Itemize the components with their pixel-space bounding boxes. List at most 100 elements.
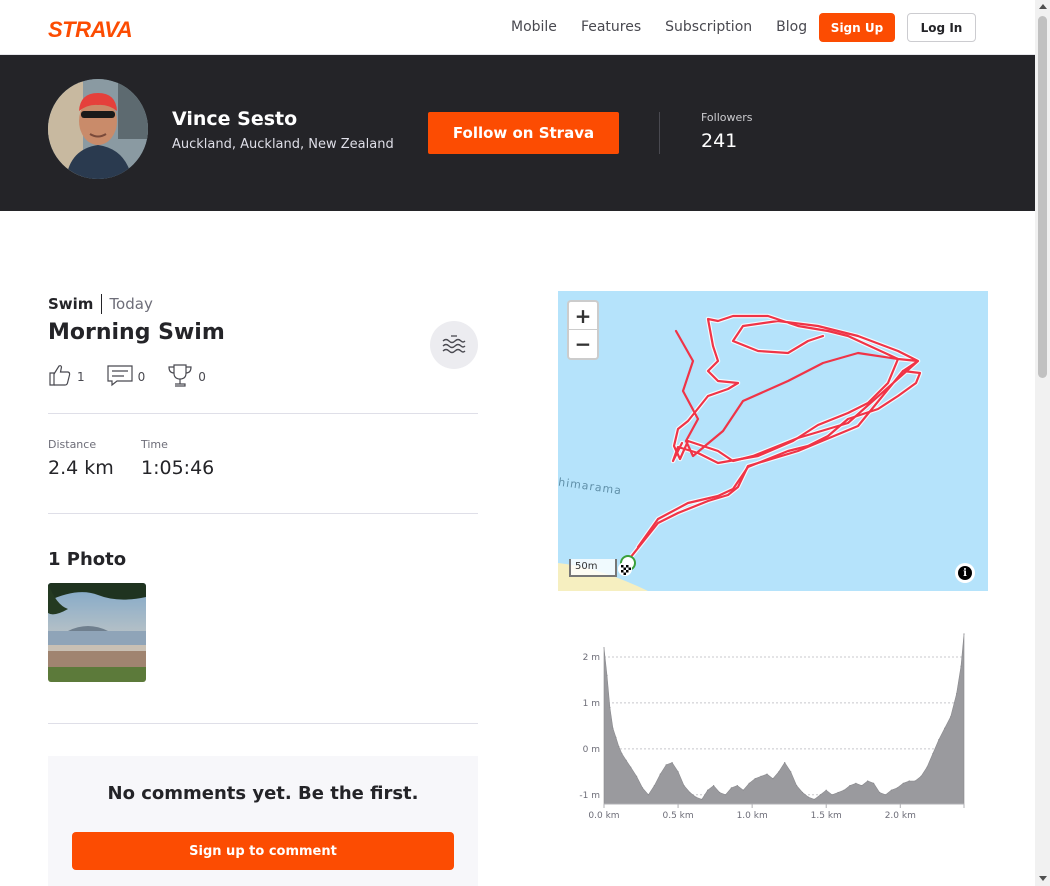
elevation-point <box>778 771 780 773</box>
elevation-point <box>659 773 661 775</box>
elevation-point <box>730 787 732 789</box>
sign-up-button[interactable]: Sign Up <box>819 13 895 42</box>
stat-label: Time <box>141 438 168 451</box>
scroll-up-arrow-icon[interactable] <box>1039 4 1047 9</box>
nav-link-subscription[interactable]: Subscription <box>665 19 752 35</box>
x-tick-label: 0.5 km <box>662 811 693 821</box>
x-tick-label: 2.0 km <box>885 811 916 821</box>
nav-link-mobile[interactable]: Mobile <box>511 19 557 35</box>
stat-value: 2.4 km <box>48 457 114 479</box>
trophy-icon <box>167 362 193 392</box>
elevation-point <box>625 759 627 761</box>
log-in-button[interactable]: Log In <box>907 13 976 42</box>
elevation-point <box>843 789 845 791</box>
elevation-point <box>956 693 958 695</box>
elevation-point <box>938 739 940 741</box>
elevation-point <box>873 782 875 784</box>
athlete-header: Vince Sesto Auckland, Auckland, New Zeal… <box>0 55 1035 211</box>
photo-thumbnail[interactable] <box>48 583 146 682</box>
social-stats: 1 0 0 <box>48 362 228 392</box>
elevation-point <box>950 716 952 718</box>
elevation-point <box>683 785 685 787</box>
elevation-point <box>719 791 721 794</box>
y-tick-label: -1 m <box>579 791 600 801</box>
elevation-point <box>647 794 649 796</box>
elevation-point <box>760 775 762 777</box>
nav-link-features[interactable]: Features <box>581 19 641 35</box>
elevation-point <box>641 787 644 789</box>
elevation-point <box>932 752 934 755</box>
stat-value: 1:05:46 <box>141 457 215 479</box>
elevation-point <box>819 794 821 796</box>
elevation-point <box>807 796 809 798</box>
divider <box>48 723 478 724</box>
elevation-point <box>677 771 679 773</box>
kudos-button[interactable]: 1 <box>48 363 85 391</box>
y-tick-label: 1 m <box>583 699 600 709</box>
followers-count: 241 <box>701 130 738 152</box>
photos-title: 1 Photo <box>48 549 127 570</box>
elevation-point <box>825 789 827 791</box>
elevation-point <box>653 785 655 787</box>
elevation-point <box>748 782 750 784</box>
comments-section: No comments yet. Be the first. Sign up t… <box>48 756 478 886</box>
elevation-point <box>790 771 792 773</box>
activity-title: Morning Swim <box>48 320 225 345</box>
elevation-point <box>837 791 839 794</box>
athlete-location: Auckland, Auckland, New Zealand <box>172 137 394 152</box>
top-nav: STRAVA Mobile Features Subscription Blog… <box>0 0 1035 55</box>
elevation-point <box>618 746 620 748</box>
zoom-in-button[interactable]: + <box>569 302 597 330</box>
zoom-out-button[interactable]: − <box>569 330 597 358</box>
stat-time: Time 1:05:46 <box>141 438 214 479</box>
divider <box>48 413 478 414</box>
scrollbar-thumb[interactable] <box>1038 16 1047 378</box>
x-tick-label: 1.0 km <box>737 811 768 821</box>
elevation-point <box>736 785 738 787</box>
achievements-button[interactable]: 0 <box>167 362 206 392</box>
x-tick-label: 1.5 km <box>811 811 842 821</box>
elevation-point <box>896 787 898 789</box>
athlete-name[interactable]: Vince Sesto <box>172 108 297 130</box>
elevation-point <box>609 706 611 709</box>
sign-up-to-comment-button[interactable]: Sign up to comment <box>72 832 454 870</box>
avatar[interactable] <box>48 79 148 179</box>
elevation-point <box>902 782 904 784</box>
stat-distance: Distance 2.4 km <box>48 438 114 479</box>
elevation-point <box>813 798 815 800</box>
follow-button[interactable]: Follow on Strava <box>428 112 619 154</box>
elevation-point <box>689 791 691 794</box>
elevation-point <box>944 727 946 729</box>
nav-link-blog[interactable]: Blog <box>776 19 807 35</box>
map-info-button[interactable]: i <box>955 563 975 583</box>
route-map-svg <box>558 313 923 591</box>
comment-icon <box>107 363 133 391</box>
zoom-control: + − <box>567 300 599 360</box>
elevation-point <box>724 794 727 796</box>
scrollbar[interactable] <box>1035 0 1050 886</box>
elevation-point <box>796 785 798 787</box>
strava-logo[interactable]: STRAVA <box>48 17 133 43</box>
elevation-point <box>766 773 768 775</box>
y-tick-label: 2 m <box>583 653 600 663</box>
elevation-point <box>831 794 833 796</box>
elevation-point <box>784 762 786 764</box>
elevation-chart[interactable]: 2 m 1 m 0 m -1 m 0.0 km 0.5 km 1.0 km 1.5 km 2.0… <box>558 630 988 830</box>
elevation-area <box>603 633 965 805</box>
scroll-down-arrow-icon[interactable] <box>1039 876 1047 881</box>
elevation-point <box>621 752 623 755</box>
elevation-point <box>801 791 804 794</box>
elevation-point <box>890 789 892 791</box>
kudos-count: 1 <box>77 370 85 384</box>
elevation-point <box>963 633 965 635</box>
elevation-point <box>920 775 922 777</box>
elevation-point <box>772 778 774 780</box>
elevation-point <box>754 778 756 780</box>
divider <box>48 513 478 514</box>
route-map[interactable]: + − himarama 50m i <box>558 291 988 591</box>
activity-type-date: Swim Today <box>48 294 153 314</box>
nav-links: Mobile Features Subscription Blog <box>511 19 831 35</box>
divider <box>659 112 660 154</box>
comments-button[interactable]: 0 <box>107 363 145 391</box>
stat-label: Distance <box>48 438 97 451</box>
